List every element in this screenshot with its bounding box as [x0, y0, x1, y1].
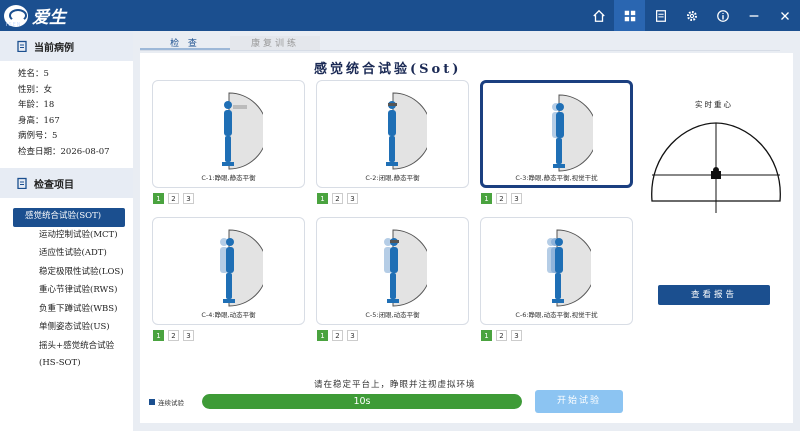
tab-exam[interactable]: 检 查 — [140, 36, 230, 50]
pager-button[interactable]: 1 — [153, 330, 164, 341]
info-button[interactable] — [707, 0, 738, 31]
pager-button[interactable]: 2 — [332, 330, 343, 341]
pager-button[interactable]: 2 — [168, 330, 179, 341]
condition-card-c2[interactable]: C-2:闭眼,静态平衡 — [316, 80, 469, 188]
exam-item-adt[interactable]: 适应性试验(ADT) — [13, 245, 125, 264]
home-icon — [592, 9, 605, 22]
standing-figure-dynamic-blindfold-icon — [384, 229, 427, 307]
close-button[interactable] — [769, 0, 800, 31]
current-case-title: 当前病例 — [34, 42, 74, 54]
dashboard-icon — [624, 10, 635, 21]
continuous-test-toggle[interactable]: 连续试验 — [149, 397, 184, 407]
patient-sex-row: 性别：女 — [18, 84, 53, 95]
minimize-icon — [749, 14, 758, 17]
condition-label: C-4:睁眼,动态平衡 — [201, 311, 256, 319]
logo-text: 爱生 — [32, 8, 66, 28]
condition-card-c4[interactable]: C-4:睁眼,动态平衡 — [152, 217, 305, 325]
patient-info: 姓名：5 性别：女 年龄：18 身高：167 病例号：5 检查日期：2026-0… — [0, 61, 133, 160]
standing-figure-icon — [222, 92, 263, 170]
exam-list-icon — [17, 177, 27, 189]
info-icon — [716, 9, 729, 22]
standing-figure-dynamic-sway-icon — [547, 229, 591, 307]
document-icon — [655, 9, 666, 22]
pager-c4: 1 2 3 — [153, 330, 194, 341]
exam-items-header: 检查项目 — [0, 168, 133, 198]
exam-item-los[interactable]: 稳定极限性试验(LOS) — [13, 264, 125, 283]
standing-figure-dynamic-icon — [220, 229, 263, 307]
page-title: 感觉统合试验(Sot) — [314, 62, 462, 77]
condition-card-c3[interactable]: C-3:睁眼,静态平衡,视觉干扰 — [480, 80, 633, 188]
pager-button[interactable]: 2 — [168, 193, 179, 204]
pager-button[interactable]: 1 — [317, 193, 328, 204]
pager-button[interactable]: 2 — [496, 330, 507, 341]
exam-item-wbs[interactable]: 负重下蹲试验(WBS) — [13, 301, 125, 320]
pager-c2: 1 2 3 — [317, 193, 358, 204]
pager-c1: 1 2 3 — [153, 193, 194, 204]
pager-c5: 1 2 3 — [317, 330, 358, 341]
condition-card-c5[interactable]: C-5:闭眼,动态平衡 — [316, 217, 469, 325]
checkbox-icon[interactable] — [149, 399, 155, 405]
pager-button[interactable]: 2 — [332, 193, 343, 204]
tab-rehab-training[interactable]: 康复训练 — [230, 36, 320, 50]
patient-name-row: 姓名：5 — [18, 69, 49, 79]
exam-item-mct[interactable]: 运动控制试验(MCT) — [13, 227, 125, 246]
start-test-button[interactable]: 开始试验 — [535, 390, 623, 413]
pager-button[interactable]: 1 — [153, 193, 164, 204]
main-panel: 感觉统合试验(Sot) C-1:睁眼,静态平衡 C-2:闭眼,静态平衡 C-3:… — [140, 53, 793, 423]
exam-list: 感觉统合试验(SOT) 运动控制试验(MCT) 适应性试验(ADT) 稳定极限性… — [0, 198, 133, 368]
pager-button[interactable]: 2 — [496, 193, 507, 204]
patient-height-row: 身高：167 — [18, 115, 60, 126]
condition-label: C-6:睁眼,动态平衡,视觉干扰 — [515, 311, 598, 319]
patient-age-row: 年龄：18 — [18, 100, 55, 110]
patient-case-no-row: 病例号：5 — [18, 131, 58, 141]
exam-item-hs-sot[interactable]: 摇头+感觉统合试验(HS-SOT) — [13, 338, 125, 368]
close-icon — [780, 11, 789, 20]
condition-label: C-5:闭眼,动态平衡 — [365, 311, 420, 319]
left-panel: 当前病例 姓名：5 性别：女 年龄：18 身高：167 病例号：5 检查日期：2… — [0, 31, 133, 431]
pager-button[interactable]: 1 — [317, 330, 328, 341]
continuous-test-label: 连续试验 — [158, 399, 184, 407]
standing-figure-blindfold-icon — [386, 92, 427, 170]
exam-items-title: 检查项目 — [34, 179, 74, 191]
exam-item-sot[interactable]: 感觉统合试验(SOT) — [13, 208, 125, 227]
pager-button[interactable]: 3 — [183, 193, 194, 204]
home-button[interactable] — [583, 0, 614, 31]
condition-card-c1[interactable]: C-1:睁眼,静态平衡 — [152, 80, 305, 188]
cop-label: 实时重心 — [695, 100, 733, 109]
pager-button[interactable]: 3 — [511, 330, 522, 341]
pager-button[interactable]: 3 — [347, 330, 358, 341]
top-bar: ISEN 爱生 — [0, 0, 800, 31]
gear-icon — [686, 10, 697, 21]
pager-button[interactable]: 1 — [481, 330, 492, 341]
pager-c3: 1 2 3 — [481, 193, 522, 204]
progress-text: 10s — [353, 396, 371, 407]
condition-label: C-3:睁眼,静态平衡,视觉干扰 — [515, 174, 598, 182]
pager-button[interactable]: 3 — [347, 193, 358, 204]
pager-button[interactable]: 3 — [511, 193, 522, 204]
exam-item-rws[interactable]: 重心节律试验(RWS) — [13, 282, 125, 301]
pager-c6: 1 2 3 — [481, 330, 522, 341]
tab-divider — [140, 50, 780, 51]
tab-bar: 检 查 康复训练 — [140, 36, 320, 50]
standing-figure-sway-icon — [552, 94, 593, 172]
minimize-button[interactable] — [738, 0, 769, 31]
instruction-text: 请在稳定平台上，睁眼并注视虚拟环境 — [314, 380, 476, 390]
pager-button[interactable]: 1 — [481, 193, 492, 204]
condition-card-c6[interactable]: C-6:睁眼,动态平衡,视觉干扰 — [480, 217, 633, 325]
dashboard-button[interactable] — [614, 0, 645, 31]
trial-progress-bar: 10s — [202, 394, 522, 409]
app-logo: ISEN 爱生 — [4, 3, 66, 28]
exam-item-us[interactable]: 单侧姿态试验(US) — [13, 319, 125, 338]
clipboard-icon — [17, 40, 27, 52]
logo-subtext: ISEN — [6, 22, 22, 28]
view-report-button[interactable]: 查看报告 — [658, 285, 770, 305]
center-of-pressure-plot — [651, 122, 781, 213]
settings-button[interactable] — [676, 0, 707, 31]
current-case-header: 当前病例 — [0, 31, 133, 61]
condition-label: C-1:睁眼,静态平衡 — [201, 174, 256, 182]
condition-label: C-2:闭眼,静态平衡 — [365, 174, 420, 182]
patient-exam-date-row: 检查日期：2026-08-07 — [18, 146, 110, 157]
pager-button[interactable]: 3 — [183, 330, 194, 341]
document-button[interactable] — [645, 0, 676, 31]
